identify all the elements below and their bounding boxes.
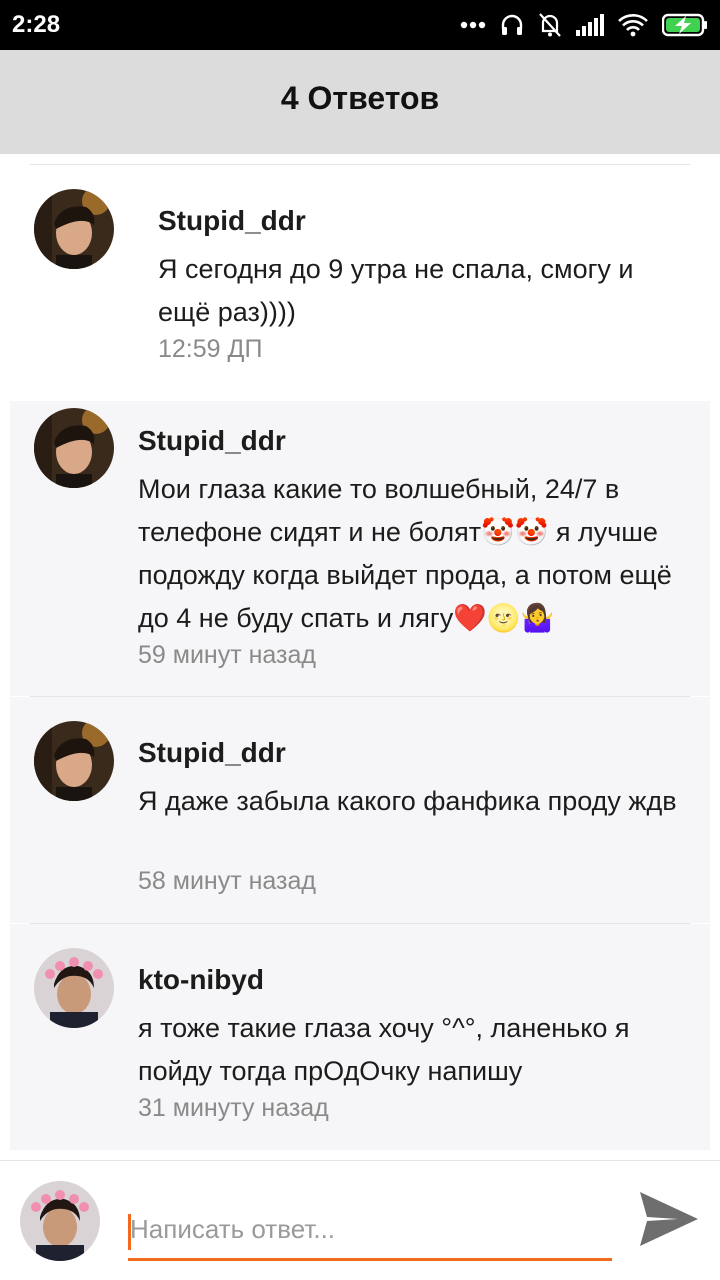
reply-time: 59 минут назад	[138, 641, 316, 669]
comment-author[interactable]: Stupid_ddr	[158, 205, 306, 237]
status-bar: 2:28	[0, 0, 720, 50]
signal-icon	[576, 14, 604, 36]
send-icon	[640, 1192, 698, 1246]
reply-author[interactable]: Stupid_ddr	[138, 425, 286, 457]
send-button[interactable]	[638, 1190, 700, 1248]
header: 4 Ответов	[0, 50, 720, 154]
wifi-icon	[618, 13, 648, 37]
bell-off-icon	[538, 12, 562, 38]
avatar	[20, 1181, 100, 1261]
reply-text: Мои глаза какие то волшебный, 24/7 в тел…	[138, 474, 672, 633]
reply-author[interactable]: Stupid_ddr	[138, 737, 286, 769]
status-icons	[460, 10, 708, 40]
reply-item: kto-nibyd я тоже такие глаза хочу °^°, л…	[10, 924, 710, 1150]
more-dots-icon	[460, 21, 486, 29]
status-time: 2:28	[12, 11, 61, 38]
text-caret	[128, 1214, 131, 1250]
avatar[interactable]	[34, 408, 114, 488]
comment-time: 12:59 ДП	[158, 335, 263, 363]
reply-input[interactable]	[128, 1201, 612, 1261]
avatar[interactable]	[34, 189, 114, 269]
reply-text: Я даже забыла какого фанфика проду ждв	[138, 786, 677, 816]
reply-item: Stupid_ddr Я даже забыла какого фанфика …	[10, 697, 710, 923]
battery-charging-icon	[662, 13, 708, 37]
reply-time: 31 минуту назад	[138, 1094, 329, 1122]
comment-main: Stupid_ddr Я сегодня до 9 утра не спала,…	[0, 165, 720, 401]
reply-text: я тоже такие глаза хочу °^°, ланенько я …	[138, 1013, 630, 1086]
headset-icon	[500, 13, 524, 37]
avatar[interactable]	[34, 948, 114, 1028]
reply-composer	[0, 1160, 720, 1280]
reply-time: 58 минут назад	[138, 867, 316, 895]
page-title: 4 Ответов	[280, 80, 440, 116]
reply-item: Stupid_ddr Мои глаза какие то волшебный,…	[10, 401, 710, 696]
comment-text: Я сегодня до 9 утра не спала, смогу и ещ…	[158, 254, 634, 327]
avatar[interactable]	[34, 721, 114, 801]
reply-author[interactable]: kto-nibyd	[138, 964, 264, 996]
